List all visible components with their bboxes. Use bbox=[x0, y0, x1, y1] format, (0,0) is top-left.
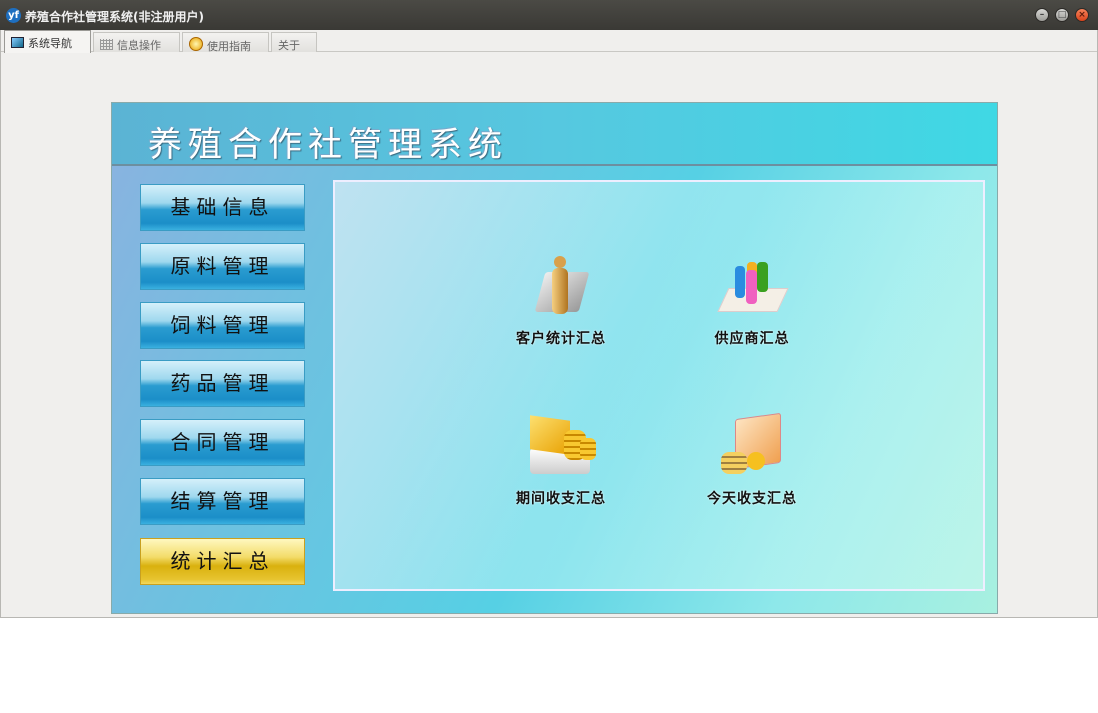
item-label: 客户统计汇总 bbox=[516, 331, 606, 347]
title-bar: yf 养殖合作社管理系统(非注册用户) – □ × bbox=[0, 0, 1098, 30]
tab-label: 信息操作 bbox=[117, 39, 161, 52]
nav-feed[interactable]: 饲料管理 bbox=[140, 302, 305, 349]
period-income-summary[interactable]: 期间收支汇总 bbox=[491, 414, 631, 508]
customer-summary[interactable]: 客户统计汇总 bbox=[491, 254, 631, 348]
monitor-icon bbox=[11, 37, 24, 48]
customer-icon bbox=[526, 254, 596, 320]
window-title: 养殖合作社管理系统(非注册用户) bbox=[25, 10, 204, 24]
tab-label: 关于 bbox=[278, 39, 300, 52]
tab-info-ops[interactable]: 信息操作 bbox=[93, 32, 180, 52]
content-area: 客户统计汇总 供应商汇总 期间收支汇总 今天收支汇总 bbox=[333, 180, 985, 591]
banner: 养殖合作社管理系统 bbox=[112, 103, 997, 166]
banner-title: 养殖合作社管理系统 bbox=[148, 125, 508, 165]
nav-material[interactable]: 原料管理 bbox=[140, 243, 305, 290]
supplier-summary[interactable]: 供应商汇总 bbox=[682, 254, 822, 348]
nav-settlement[interactable]: 结算管理 bbox=[140, 478, 305, 525]
tab-system-nav[interactable]: 系统导航 bbox=[4, 30, 91, 53]
item-label: 供应商汇总 bbox=[714, 331, 790, 347]
maximize-button[interactable]: □ bbox=[1055, 8, 1069, 22]
item-label: 今天收支汇总 bbox=[707, 491, 797, 507]
app-logo-icon: yf bbox=[6, 8, 21, 23]
tab-guide[interactable]: 使用指南 bbox=[182, 32, 269, 53]
close-button[interactable]: × bbox=[1075, 8, 1089, 22]
grid-icon bbox=[100, 39, 113, 50]
tab-label: 使用指南 bbox=[207, 40, 251, 53]
navigation-panel: 养殖合作社管理系统 基础信息 原料管理 饲料管理 药品管理 合同管理 结算管理 … bbox=[111, 102, 998, 614]
minimize-button[interactable]: – bbox=[1035, 8, 1049, 22]
today-income-icon bbox=[717, 412, 787, 480]
today-income-summary[interactable]: 今天收支汇总 bbox=[682, 412, 822, 508]
tab-label: 系统导航 bbox=[28, 37, 72, 50]
nav-medicine[interactable]: 药品管理 bbox=[140, 360, 305, 407]
period-income-icon bbox=[526, 414, 596, 480]
nav-contract[interactable]: 合同管理 bbox=[140, 419, 305, 466]
supplier-icon bbox=[717, 254, 789, 320]
nav-statistics[interactable]: 统计汇总 bbox=[140, 538, 305, 585]
tab-bar: 系统导航 信息操作 使用指南 关于 bbox=[1, 30, 1097, 53]
nav-basic-info[interactable]: 基础信息 bbox=[140, 184, 305, 231]
tab-about[interactable]: 关于 bbox=[271, 32, 317, 52]
help-icon bbox=[189, 37, 203, 51]
item-label: 期间收支汇总 bbox=[516, 491, 606, 507]
